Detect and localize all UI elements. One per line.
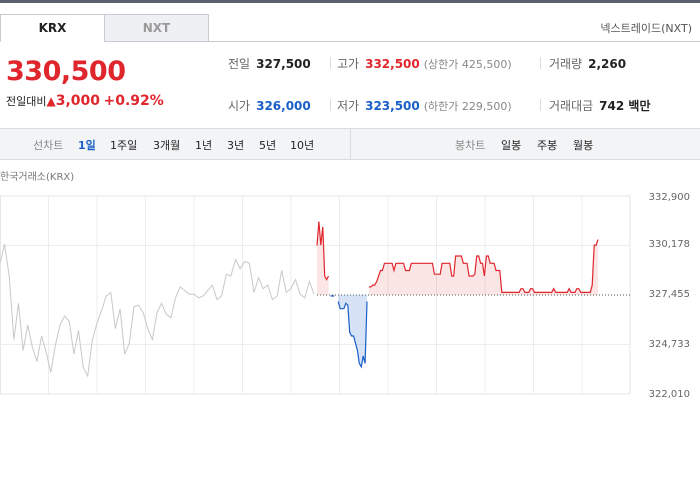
stat-volume: 거래량 2,260 [549,55,626,72]
period-1d[interactable]: 1일 [78,137,96,153]
stat-label: 고가 [337,57,360,71]
divider [540,99,541,111]
tab-underline [208,41,700,42]
divider [540,57,541,69]
market-tabs: KRX NXT [0,14,209,42]
stat-amount: 거래대금 742 백만 [549,97,650,114]
stat-value: 323,500 [365,99,420,113]
current-price: 330,500 [6,56,126,87]
line-chart-label: 선차트 [33,139,64,152]
y-tick-label: 332,900 [648,192,690,203]
candle-weekly[interactable]: 주봉 [537,137,557,153]
y-tick-label: 327,455 [648,289,690,300]
y-tick-label: 324,733 [648,339,690,350]
stat-open: 시가 326,000 [228,97,311,114]
stat-sub: (상한가 425,500) [423,58,512,71]
nxt-link[interactable]: 넥스트레이드(NXT) [600,20,692,36]
price-chart [0,195,631,395]
stat-value: 327,500 [256,57,311,71]
y-tick-label: 330,178 [648,239,690,250]
exchange-label: 한국거래소(KRX) [0,172,75,183]
change-percent: +0.92% [103,93,164,109]
stat-sub: (하한가 229,500) [423,100,512,113]
candle-chart-label: 봉차트 [455,139,486,152]
change-amount: 3,000 [55,93,101,109]
y-tick-label: 322,010 [648,389,690,400]
stat-label: 거래대금 [549,99,594,113]
stat-label: 거래량 [549,57,583,71]
previous-price-line [0,244,315,378]
stat-high: 고가 332,500 (상한가 425,500) [337,55,512,72]
price-change: 전일대비▲3,000 +0.92% [6,93,164,109]
chart-toolbar: 선차트 1일 1주일 3개월 1년 3년 5년 10년 봉차트 일봉 주봉 월봉 [0,128,700,160]
stat-label: 시가 [228,99,251,113]
candle-monthly[interactable]: 월봉 [573,137,593,153]
stat-value: 332,500 [365,57,420,71]
stat-value: 326,000 [256,99,311,113]
period-1y[interactable]: 1년 [195,137,212,153]
period-3m[interactable]: 3개월 [153,137,180,153]
divider [330,57,331,69]
candle-daily[interactable]: 일봉 [501,137,521,153]
stat-label: 전일 [228,57,251,71]
stat-value: 742 백만 [599,99,651,113]
stat-label: 저가 [337,99,360,113]
tab-krx[interactable]: KRX [0,14,105,42]
period-1w[interactable]: 1주일 [110,137,137,153]
divider [330,99,331,111]
tab-nxt[interactable]: NXT [104,14,209,42]
period-10y[interactable]: 10년 [290,137,314,153]
stat-value: 2,260 [588,57,627,71]
top-border [0,0,700,3]
period-3y[interactable]: 3년 [227,137,244,153]
stat-low: 저가 323,500 (하한가 229,500) [337,97,512,114]
up-arrow-icon: ▲ [46,94,56,108]
stat-prev-close: 전일 327,500 [228,55,311,72]
change-label: 전일대비 [6,95,47,108]
toolbar-divider [350,129,351,159]
period-5y[interactable]: 5년 [259,137,276,153]
